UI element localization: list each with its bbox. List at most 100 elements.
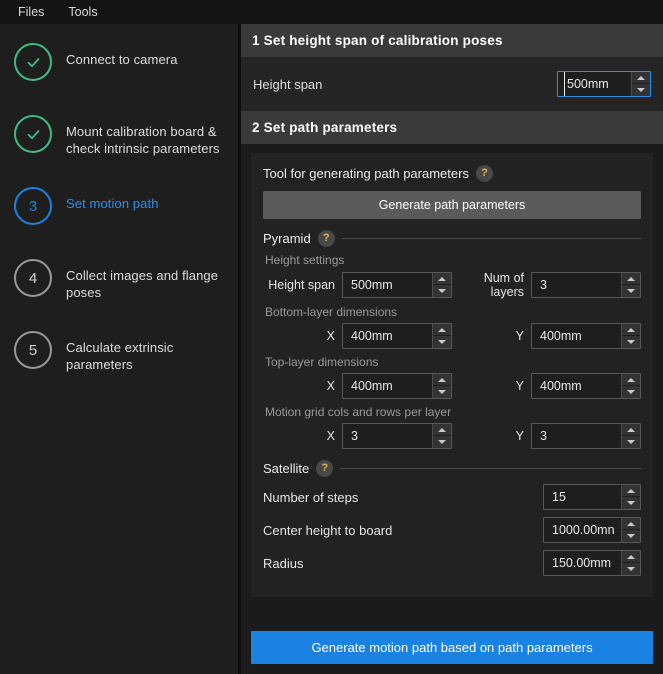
caret-up-icon bbox=[627, 327, 635, 332]
bottom-layer-y-value[interactable]: 400mm bbox=[532, 324, 621, 348]
satellite-group-header: Satellite ? bbox=[263, 460, 641, 477]
stepper-down-button[interactable] bbox=[622, 563, 640, 575]
pyramid-num-layers-stepper[interactable] bbox=[621, 273, 640, 297]
stepper-up-button[interactable] bbox=[622, 273, 640, 285]
stepper-up-button[interactable] bbox=[632, 72, 650, 84]
sidebar-step-mount-calibration-board[interactable]: Mount calibration board & check intrinsi… bbox=[0, 114, 238, 186]
bottom-layer-y-input[interactable]: 400mm bbox=[531, 323, 641, 349]
help-icon-satellite[interactable]: ? bbox=[316, 460, 334, 477]
step-sidebar: Connect to camera Mount calibration boar… bbox=[0, 24, 238, 674]
satellite-radius-label: Radius bbox=[263, 555, 304, 571]
satellite-steps-input[interactable]: 15 bbox=[543, 484, 641, 510]
sidebar-step-collect-images[interactable]: 4 Collect images and flange poses bbox=[0, 258, 238, 330]
top-layer-row: X 400mm Y 400mm bbox=[263, 373, 641, 399]
top-layer-x-value[interactable]: 400mm bbox=[343, 374, 432, 398]
group-divider bbox=[341, 238, 641, 239]
settings-panel: 1 Set height span of calibration poses H… bbox=[241, 24, 663, 674]
caret-up-icon bbox=[627, 377, 635, 382]
caret-up-icon bbox=[627, 427, 635, 432]
motion-grid-label: Motion grid cols and rows per layer bbox=[265, 405, 452, 419]
stepper-down-button[interactable] bbox=[433, 436, 451, 448]
height-span-value[interactable]: 500mm bbox=[564, 72, 631, 96]
stepper-down-button[interactable] bbox=[622, 530, 640, 542]
motion-grid-x-stepper[interactable] bbox=[432, 424, 451, 448]
stepper-down-button[interactable] bbox=[622, 285, 640, 297]
motion-grid-y-input[interactable]: 3 bbox=[531, 423, 641, 449]
top-layer-y-value[interactable]: 400mm bbox=[532, 374, 621, 398]
top-layer-x-stepper[interactable] bbox=[432, 374, 451, 398]
caret-up-icon bbox=[627, 554, 635, 559]
pyramid-height-span-input[interactable]: 500mm bbox=[342, 272, 452, 298]
stepper-up-button[interactable] bbox=[433, 273, 451, 285]
height-span-stepper[interactable] bbox=[631, 72, 650, 96]
menu-item-tools[interactable]: Tools bbox=[58, 2, 107, 22]
stepper-down-button[interactable] bbox=[433, 386, 451, 398]
caret-up-icon bbox=[438, 377, 446, 382]
stepper-down-button[interactable] bbox=[622, 336, 640, 348]
check-icon bbox=[27, 129, 39, 139]
stepper-up-button[interactable] bbox=[433, 424, 451, 436]
stepper-up-button[interactable] bbox=[622, 485, 640, 497]
motion-grid-y-value[interactable]: 3 bbox=[532, 424, 621, 448]
top-layer-y-field: Y 400mm bbox=[452, 373, 641, 399]
satellite-radius-value[interactable]: 150.00mm bbox=[544, 551, 621, 575]
stepper-up-button[interactable] bbox=[622, 551, 640, 563]
caret-up-icon bbox=[627, 521, 635, 526]
bottom-layer-row: X 400mm Y 400mm bbox=[263, 323, 641, 349]
sidebar-step-calculate-extrinsic[interactable]: 5 Calculate extrinsic parameters bbox=[0, 330, 238, 402]
sidebar-step-connect-to-camera[interactable]: Connect to camera bbox=[0, 42, 238, 114]
satellite-steps-stepper[interactable] bbox=[621, 485, 640, 509]
motion-grid-x-input[interactable]: 3 bbox=[342, 423, 452, 449]
stepper-down-button[interactable] bbox=[632, 84, 650, 96]
satellite-center-height-stepper[interactable] bbox=[621, 518, 640, 542]
sidebar-step-set-motion-path[interactable]: 3 Set motion path bbox=[0, 186, 238, 258]
bottom-layer-x-stepper[interactable] bbox=[432, 324, 451, 348]
bottom-layer-x-input[interactable]: 400mm bbox=[342, 323, 452, 349]
satellite-center-height-value[interactable]: 1000.00mn bbox=[544, 518, 621, 542]
pyramid-height-span-stepper[interactable] bbox=[432, 273, 451, 297]
motion-grid-y-stepper[interactable] bbox=[621, 424, 640, 448]
satellite-title: Satellite bbox=[263, 461, 310, 476]
pyramid-num-layers-value[interactable]: 3 bbox=[532, 273, 621, 297]
stepper-up-button[interactable] bbox=[622, 424, 640, 436]
satellite-radius-stepper[interactable] bbox=[621, 551, 640, 575]
application-window: Files Tools Connect to camera Mount cali… bbox=[0, 0, 663, 674]
sidebar-step-label: Connect to camera bbox=[66, 52, 178, 67]
pyramid-num-layers-input[interactable]: 3 bbox=[531, 272, 641, 298]
sidebar-step-label: Set motion path bbox=[66, 196, 159, 211]
stepper-up-button[interactable] bbox=[433, 374, 451, 386]
stepper-up-button[interactable] bbox=[622, 374, 640, 386]
pyramid-height-span-value[interactable]: 500mm bbox=[343, 273, 432, 297]
satellite-steps-value[interactable]: 15 bbox=[544, 485, 621, 509]
top-layer-x-label: X bbox=[326, 379, 335, 393]
stepper-down-button[interactable] bbox=[622, 386, 640, 398]
motion-grid-x-value[interactable]: 3 bbox=[343, 424, 432, 448]
help-icon-tool[interactable]: ? bbox=[475, 165, 493, 182]
bottom-layer-x-value[interactable]: 400mm bbox=[343, 324, 432, 348]
satellite-radius-input[interactable]: 150.00mm bbox=[543, 550, 641, 576]
stepper-up-button[interactable] bbox=[622, 518, 640, 530]
stepper-down-button[interactable] bbox=[433, 336, 451, 348]
stepper-up-button[interactable] bbox=[433, 324, 451, 336]
satellite-center-height-input[interactable]: 1000.00mn bbox=[543, 517, 641, 543]
menu-item-files[interactable]: Files bbox=[8, 2, 54, 22]
top-layer-y-stepper[interactable] bbox=[621, 374, 640, 398]
height-span-input[interactable]: 500mm bbox=[557, 71, 651, 97]
top-layer-y-input[interactable]: 400mm bbox=[531, 373, 641, 399]
pyramid-height-span-label: Height span bbox=[268, 278, 335, 292]
bottom-layer-y-stepper[interactable] bbox=[621, 324, 640, 348]
step-number-icon: 4 bbox=[14, 259, 52, 297]
top-layer-x-input[interactable]: 400mm bbox=[342, 373, 452, 399]
pyramid-height-span-field: Height span 500mm bbox=[263, 272, 452, 298]
stepper-up-button[interactable] bbox=[622, 324, 640, 336]
help-icon-pyramid[interactable]: ? bbox=[317, 230, 335, 247]
stepper-down-button[interactable] bbox=[433, 285, 451, 297]
tool-row: Tool for generating path parameters ? bbox=[263, 165, 641, 182]
panel-footer: Generate motion path based on path param… bbox=[241, 622, 663, 674]
stepper-down-button[interactable] bbox=[622, 497, 640, 509]
stepper-down-button[interactable] bbox=[622, 436, 640, 448]
generate-motion-path-button[interactable]: Generate motion path based on path param… bbox=[251, 631, 653, 664]
generate-path-parameters-button[interactable]: Generate path parameters bbox=[263, 191, 641, 219]
tool-label: Tool for generating path parameters bbox=[263, 166, 469, 181]
motion-grid-y-field: Y 3 bbox=[452, 423, 641, 449]
